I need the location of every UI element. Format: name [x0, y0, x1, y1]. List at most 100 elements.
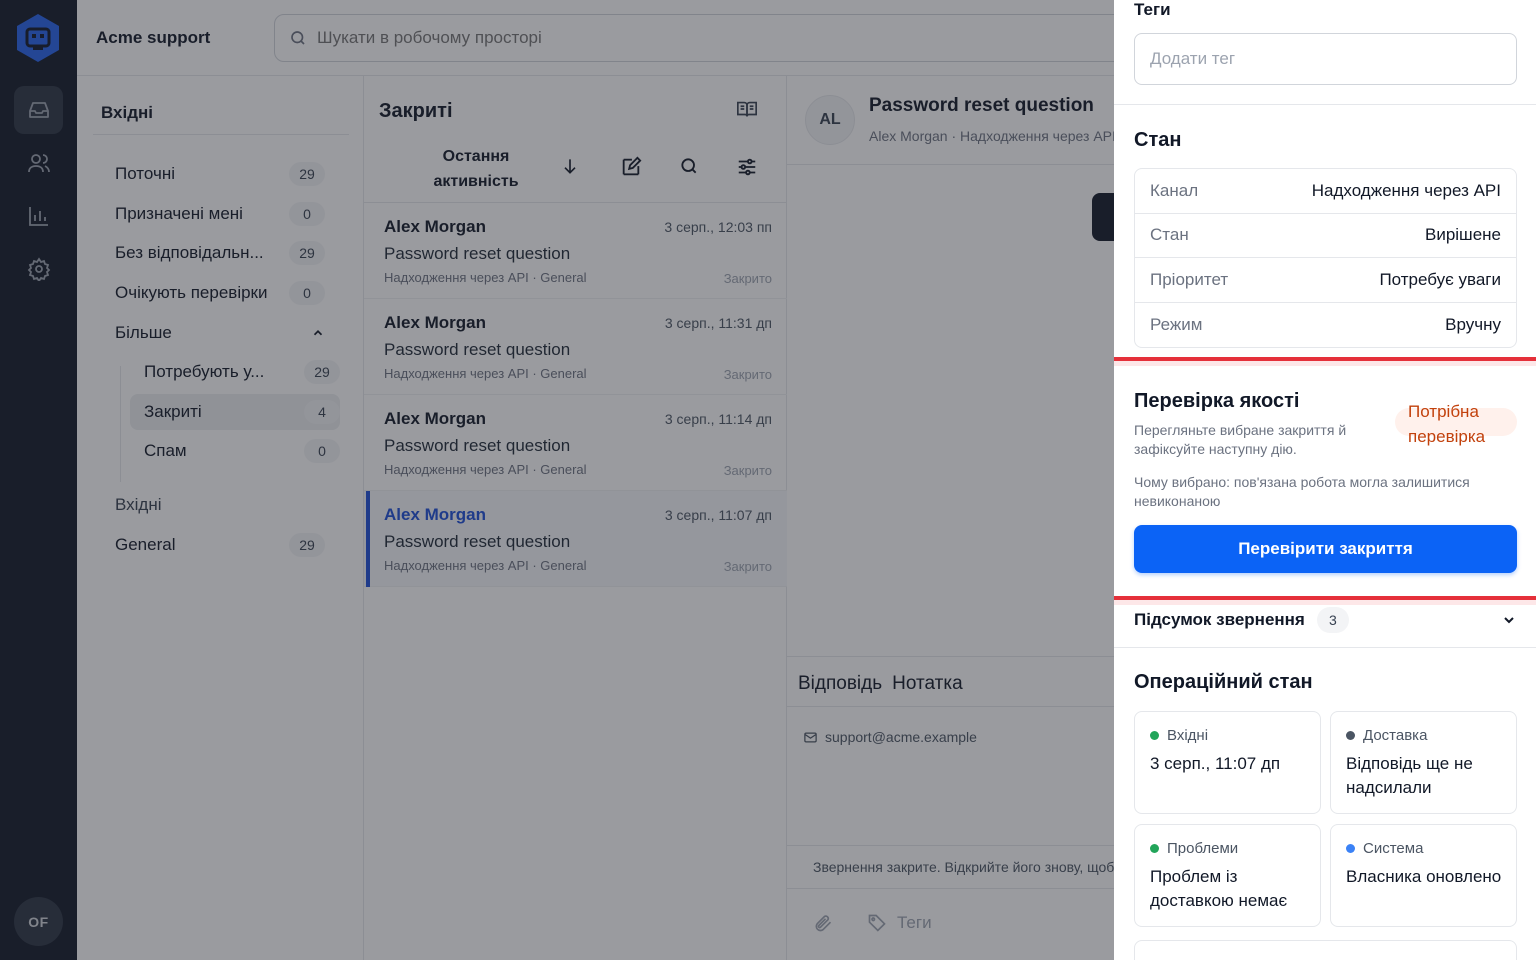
ops-card-value: Відповідь ще не надсилали: [1346, 754, 1473, 797]
folder-label: Більше: [115, 323, 172, 342]
contact-avatar: AL: [805, 95, 855, 145]
folder-count: 29: [289, 162, 325, 186]
conversation-time: 3 серп., 11:14 дп: [664, 411, 772, 427]
divider: [787, 706, 1114, 707]
composer-tabs: Відповідь Нотатка: [798, 673, 973, 695]
folder-label: Очікують перевірки: [115, 283, 268, 302]
divider: [93, 134, 349, 135]
folder-count: 29: [289, 533, 325, 557]
state-key: Стан: [1150, 225, 1189, 245]
action-chip[interactable]: [1092, 193, 1114, 241]
ops-card-label-text: Проблеми: [1167, 840, 1239, 857]
gear-icon: [27, 257, 50, 281]
inboxes-section-label: Вхідні: [115, 495, 162, 514]
conversation-list: Закриті Остання активність Alex Morgan 3…: [364, 76, 787, 960]
ops-card-label: Проблеми: [1150, 840, 1238, 857]
folder-spam[interactable]: Спам 0: [130, 433, 340, 469]
state-row-priority[interactable]: Пріоритет Потребує уваги: [1135, 258, 1516, 303]
top-bar: Acme support: [77, 0, 1114, 76]
folder-sidebar: Вхідні Поточні 29 Призначені мені 0 Без …: [77, 76, 364, 960]
nav-contacts-button[interactable]: [14, 139, 63, 187]
compose-icon[interactable]: [620, 156, 642, 178]
from-address[interactable]: support@acme.example: [803, 729, 977, 745]
folder-awaiting-review[interactable]: Очікують перевірки 0: [115, 275, 325, 311]
ops-section-title: Операційний стан: [1134, 671, 1313, 693]
folder-closed[interactable]: Закриті 4: [130, 394, 340, 430]
conversation-contact: Alex Morgan: [384, 505, 487, 524]
conversation-subject: Password reset question: [384, 532, 571, 551]
search-icon: [291, 31, 305, 45]
folder-needs-attention[interactable]: Потребують у... 29: [130, 354, 340, 390]
closed-notice: Звернення закрите. Відкрийте його знову,…: [787, 845, 1114, 889]
tab-reply[interactable]: Відповідь: [798, 673, 882, 694]
sort-dropdown[interactable]: Остання активність: [424, 144, 528, 194]
composer-tags-label: Теги: [897, 913, 932, 932]
ops-card-label-text: Доставка: [1363, 727, 1428, 744]
conversation-item[interactable]: Alex Morgan 3 серп., 11:31 дп Password r…: [364, 299, 787, 395]
folder-label: Потребують у...: [144, 362, 265, 381]
folder-count: 0: [304, 439, 340, 463]
state-section-title: Стан: [1134, 129, 1182, 151]
filter-sliders-icon[interactable]: [736, 156, 758, 178]
state-value: Надходження через API: [1311, 180, 1501, 200]
workspace-name[interactable]: Acme support: [96, 28, 210, 48]
conversation-summary-toggle[interactable]: Підсумок звернення 3: [1134, 606, 1517, 634]
folders-heading: Вхідні: [101, 103, 154, 122]
conversation-item[interactable]: Alex Morgan 3 серп., 12:03 пп Password r…: [364, 203, 787, 299]
conversation-subject: Password reset question: [384, 436, 571, 455]
workspace-search[interactable]: [274, 14, 1114, 62]
conversation-item-selected[interactable]: Alex Morgan 3 серп., 11:07 дп Password r…: [364, 491, 787, 587]
inbox-icon: [28, 102, 49, 118]
conversation-title: Password reset question: [869, 95, 1094, 116]
ops-card-label: Система: [1346, 840, 1423, 857]
search-icon[interactable]: [679, 156, 699, 176]
folder-count: 29: [289, 241, 325, 265]
book-open-icon[interactable]: [736, 98, 758, 120]
user-avatar[interactable]: OF: [14, 897, 63, 946]
folder-assigned-to-me[interactable]: Призначені мені 0: [115, 196, 325, 232]
nav-reports-button[interactable]: [14, 192, 63, 240]
users-icon: [27, 154, 50, 173]
tab-note[interactable]: Нотатка: [892, 673, 963, 694]
app-logo-icon[interactable]: [15, 13, 61, 63]
state-row-status[interactable]: Стан Вирішене: [1135, 214, 1516, 258]
ops-card-label-text: Система: [1363, 840, 1424, 857]
qa-title: Перевірка якості: [1134, 390, 1300, 412]
conversation-header: AL Password reset question Alex Morgan ·…: [787, 76, 1114, 165]
closed-notice-text: Звернення закрите. Відкрийте його знову,…: [813, 859, 1114, 875]
ops-card-inbox: Вхідні 3 серп., 11:07 дп: [1134, 711, 1321, 814]
conversation-status: Закрито: [723, 559, 772, 574]
conversation-time: 3 серп., 11:07 дп: [664, 507, 772, 523]
conversation-status: Закрито: [723, 367, 772, 382]
divider: [1114, 104, 1536, 105]
state-value: Потребує уваги: [1379, 269, 1501, 289]
qa-description: Перегляньте вибране закриття й зафіксуйт…: [1134, 422, 1347, 457]
folder-unassigned[interactable]: Без відповідальн... 29: [115, 235, 325, 271]
paperclip-icon[interactable]: [813, 913, 833, 933]
status-dot: [1150, 844, 1159, 853]
nav-settings-button[interactable]: [14, 245, 63, 293]
bar-chart-icon: [28, 207, 48, 226]
folder-count: 0: [289, 202, 325, 226]
review-closure-button[interactable]: Перевірити закриття: [1134, 525, 1517, 573]
conversation-meta: Надходження через API · General: [384, 366, 587, 381]
sort-direction-icon[interactable]: [560, 156, 580, 176]
inbox-general[interactable]: General 29: [115, 527, 325, 563]
main-area: Acme support Вхідні Поточні 29 Призначен…: [77, 0, 1114, 960]
state-row-mode[interactable]: Режим Вручну: [1135, 303, 1516, 348]
search-input[interactable]: [317, 28, 1077, 48]
composer-tags-button[interactable]: Теги: [867, 913, 932, 933]
chevron-down-icon: [1504, 617, 1514, 624]
state-table: Канал Надходження через API Стан Вирішен…: [1134, 168, 1517, 348]
folder-more-toggle[interactable]: Більше: [115, 315, 325, 351]
conversation-item[interactable]: Alex Morgan 3 серп., 11:14 дп Password r…: [364, 395, 787, 491]
nav-inbox-button[interactable]: [14, 86, 63, 134]
conversation-time: 3 серп., 11:31 дп: [664, 315, 772, 331]
conversation-meta: Надходження через API · General: [384, 270, 587, 285]
folder-current[interactable]: Поточні 29: [115, 156, 325, 192]
qa-status-badge: Потрібна перевірка: [1408, 402, 1486, 446]
highlight-divider: [1114, 596, 1536, 605]
conversation-meta: Надходження через API · General: [384, 558, 587, 573]
state-value: Вирішене: [1424, 225, 1501, 245]
add-tag-input[interactable]: [1134, 33, 1517, 85]
